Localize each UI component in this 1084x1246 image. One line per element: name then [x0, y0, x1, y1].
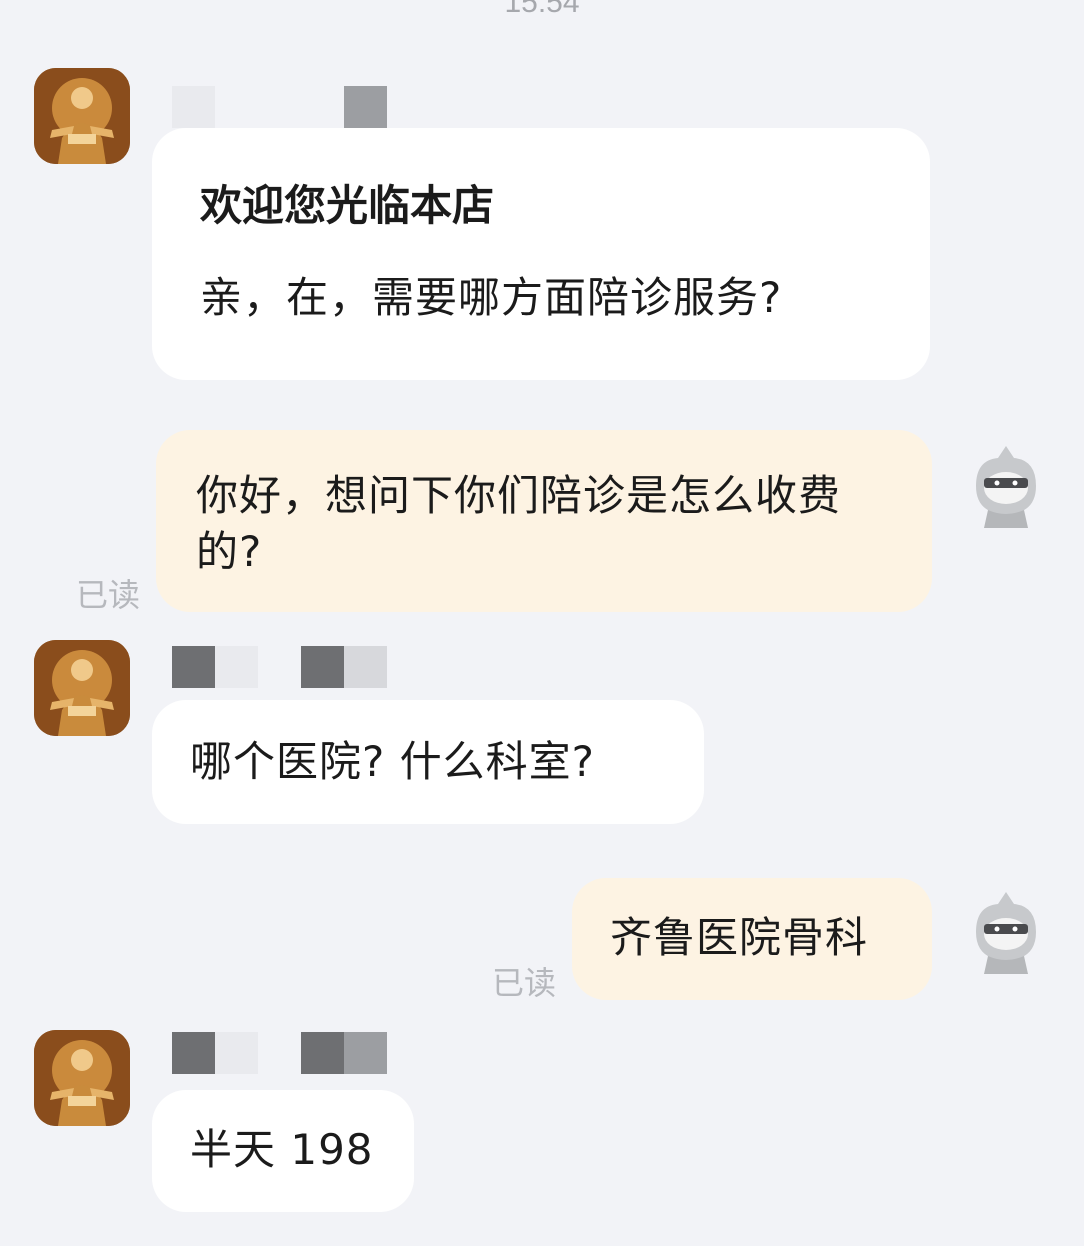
welcome-card-text: 亲，在，需要哪方面陪诊服务?	[200, 273, 783, 322]
warrior-statue-icon	[34, 1030, 130, 1126]
message-text: 你好，想问下你们陪诊是怎么收费的?	[196, 471, 842, 576]
ninja-avatar-icon	[976, 892, 1036, 974]
user-avatar[interactable]	[970, 890, 1042, 974]
chat-screen: 15:54 欢迎您光临本店 亲，在，需要哪方面陪诊服务? 你好，想问下你们陪诊是…	[0, 0, 1084, 1246]
message-text: 半天 198	[190, 1125, 374, 1174]
warrior-statue-icon	[34, 68, 130, 164]
shop-name-blurred	[172, 646, 387, 688]
outgoing-message: 齐鲁医院骨科	[572, 878, 932, 1000]
shop-avatar[interactable]	[34, 68, 130, 164]
shop-avatar[interactable]	[34, 640, 130, 736]
read-status: 已读	[76, 576, 141, 614]
message-text: 齐鲁医院骨科	[610, 913, 869, 962]
message-timestamp: 15:54	[504, 0, 580, 19]
welcome-card-title: 欢迎您光临本店	[200, 181, 495, 230]
user-avatar[interactable]	[970, 444, 1042, 528]
welcome-card: 欢迎您光临本店 亲，在，需要哪方面陪诊服务?	[152, 128, 930, 380]
warrior-statue-icon	[34, 640, 130, 736]
message-text: 哪个医院? 什么科室?	[190, 737, 595, 786]
shop-avatar[interactable]	[34, 1030, 130, 1126]
shop-name-blurred	[172, 86, 387, 128]
ninja-avatar-icon	[976, 446, 1036, 528]
shop-name-blurred	[172, 1032, 387, 1074]
incoming-message: 半天 198	[152, 1090, 414, 1212]
outgoing-message: 你好，想问下你们陪诊是怎么收费的?	[156, 430, 932, 612]
read-status: 已读	[492, 964, 557, 1002]
incoming-message: 哪个医院? 什么科室?	[152, 700, 704, 824]
